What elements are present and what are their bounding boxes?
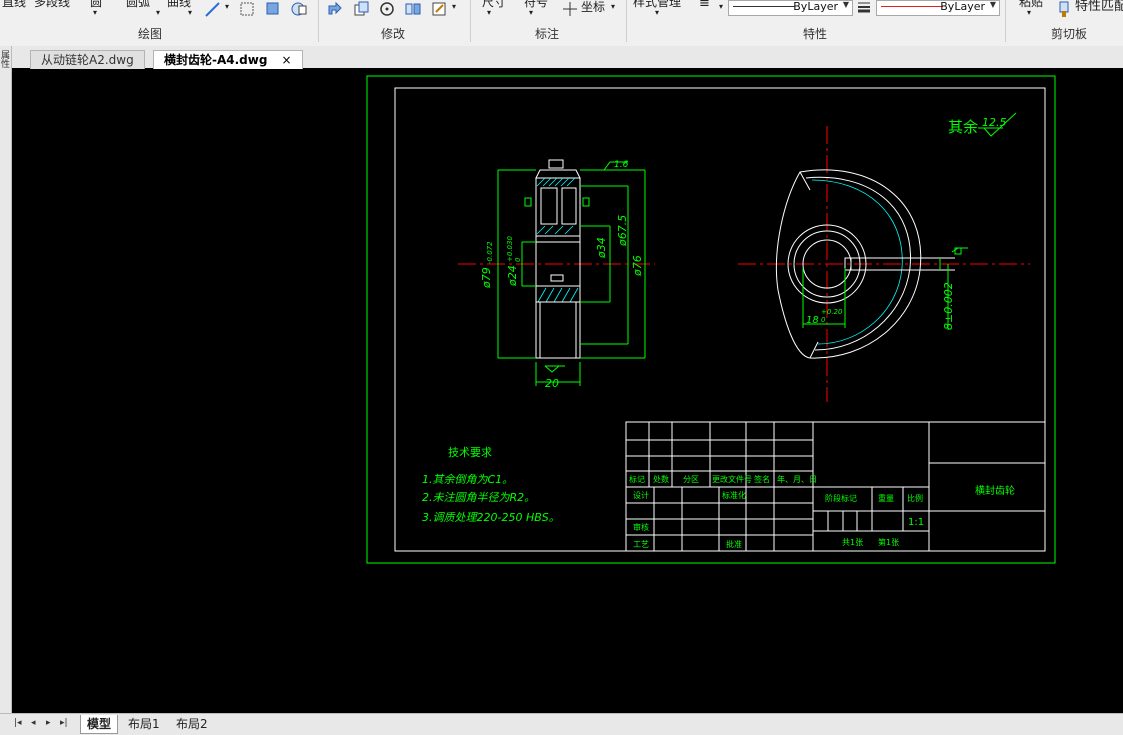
dim-d34: ø34 [595, 237, 608, 259]
tech-requirement-1: 1.其余倒角为C1。 [422, 473, 513, 486]
dim-width-20: 20 [545, 377, 559, 390]
dim-d24: ø24 [506, 265, 519, 287]
dim-keyway-tol: +0.20 [821, 308, 843, 316]
tb-header-mark: 标记 [629, 474, 645, 484]
gear-pitch-line [811, 179, 903, 345]
gear-front-view: 18 +0.20 0 8±0.002 [738, 126, 1030, 402]
dim-d67-5: ø67.5 [616, 215, 629, 247]
lower-hub [535, 301, 581, 359]
roughness-value: 12.5 [982, 116, 1007, 129]
tb-total-sheets: 共1张 [842, 538, 863, 547]
tech-requirement-3: 3.调质处理220-250 HBS。 [422, 511, 560, 524]
tb-sheet-no: 第1张 [878, 537, 899, 547]
dim-keyway-tol-low: 0 [821, 316, 826, 324]
tb-approve: 批准 [726, 539, 742, 549]
dim-d24-tol-low: 0 [514, 257, 522, 262]
tooth-top [535, 169, 581, 179]
first-tab-icon[interactable]: |◂ [14, 718, 22, 728]
dim-d79: ø79 [480, 267, 493, 289]
tech-requirements-title: 技术要求 [448, 446, 492, 459]
tb-header-signature: 签名 [754, 474, 770, 484]
dim-key-width: 8±0.002 [942, 282, 955, 330]
tb-header-zone: 分区 [683, 475, 699, 484]
tb-header-date: 年、月、日 [777, 474, 817, 484]
tb-review: 审核 [633, 522, 649, 532]
tb-process: 工艺 [633, 540, 649, 549]
dim-d24-tol-up: +0.030 [506, 236, 514, 262]
last-tab-icon[interactable]: ▸| [60, 718, 68, 728]
dim-keyway-depth: 18 [806, 315, 819, 326]
tb-scale-value: 1:1 [908, 517, 924, 528]
prev-tab-icon[interactable]: ◂ [31, 718, 36, 728]
tab-layout1[interactable]: 布局1 [122, 715, 166, 733]
tab-layout2[interactable]: 布局2 [170, 715, 214, 733]
gear-side-view: 20 1.6 ø79 -0.072 ø24 +0.030 0 ø34 ø67.5… [458, 159, 655, 390]
tab-model[interactable]: 模型 [80, 715, 119, 734]
hatch-lower [537, 287, 579, 303]
tb-scale: 比例 [907, 493, 923, 503]
tech-requirement-2: 2.未注圆角半径为R2。 [422, 491, 535, 504]
tb-part-name: 横封齿轮 [975, 484, 1015, 497]
layout-tab-bar: |◂ ◂ ▸ ▸| 模型 布局1 布局2 [0, 713, 1123, 735]
dim-d76: ø76 [631, 255, 644, 277]
roughness-prefix: 其余 [948, 118, 978, 136]
tb-standardization: 标准化 [722, 490, 746, 500]
upper-section [535, 177, 581, 237]
next-tab-icon[interactable]: ▸ [46, 718, 51, 728]
tb-design: 设计 [633, 490, 649, 500]
drawing-canvas[interactable]: 其余 12.5 20 1.6 ø79 -0.072 ø24 +0.030 0 ø… [0, 0, 1123, 734]
dim-ra-1-6: 1.6 [614, 160, 629, 170]
tb-weight: 重量 [878, 493, 894, 503]
tb-stage-mark: 阶段标记 [825, 493, 857, 503]
tooth-tip-top [548, 159, 564, 169]
dim-d79-tol: -0.072 [486, 241, 494, 264]
tb-header-change-doc: 更改文件号 [712, 474, 752, 484]
tb-header-count: 处数 [653, 474, 669, 484]
bore-section [535, 235, 581, 287]
